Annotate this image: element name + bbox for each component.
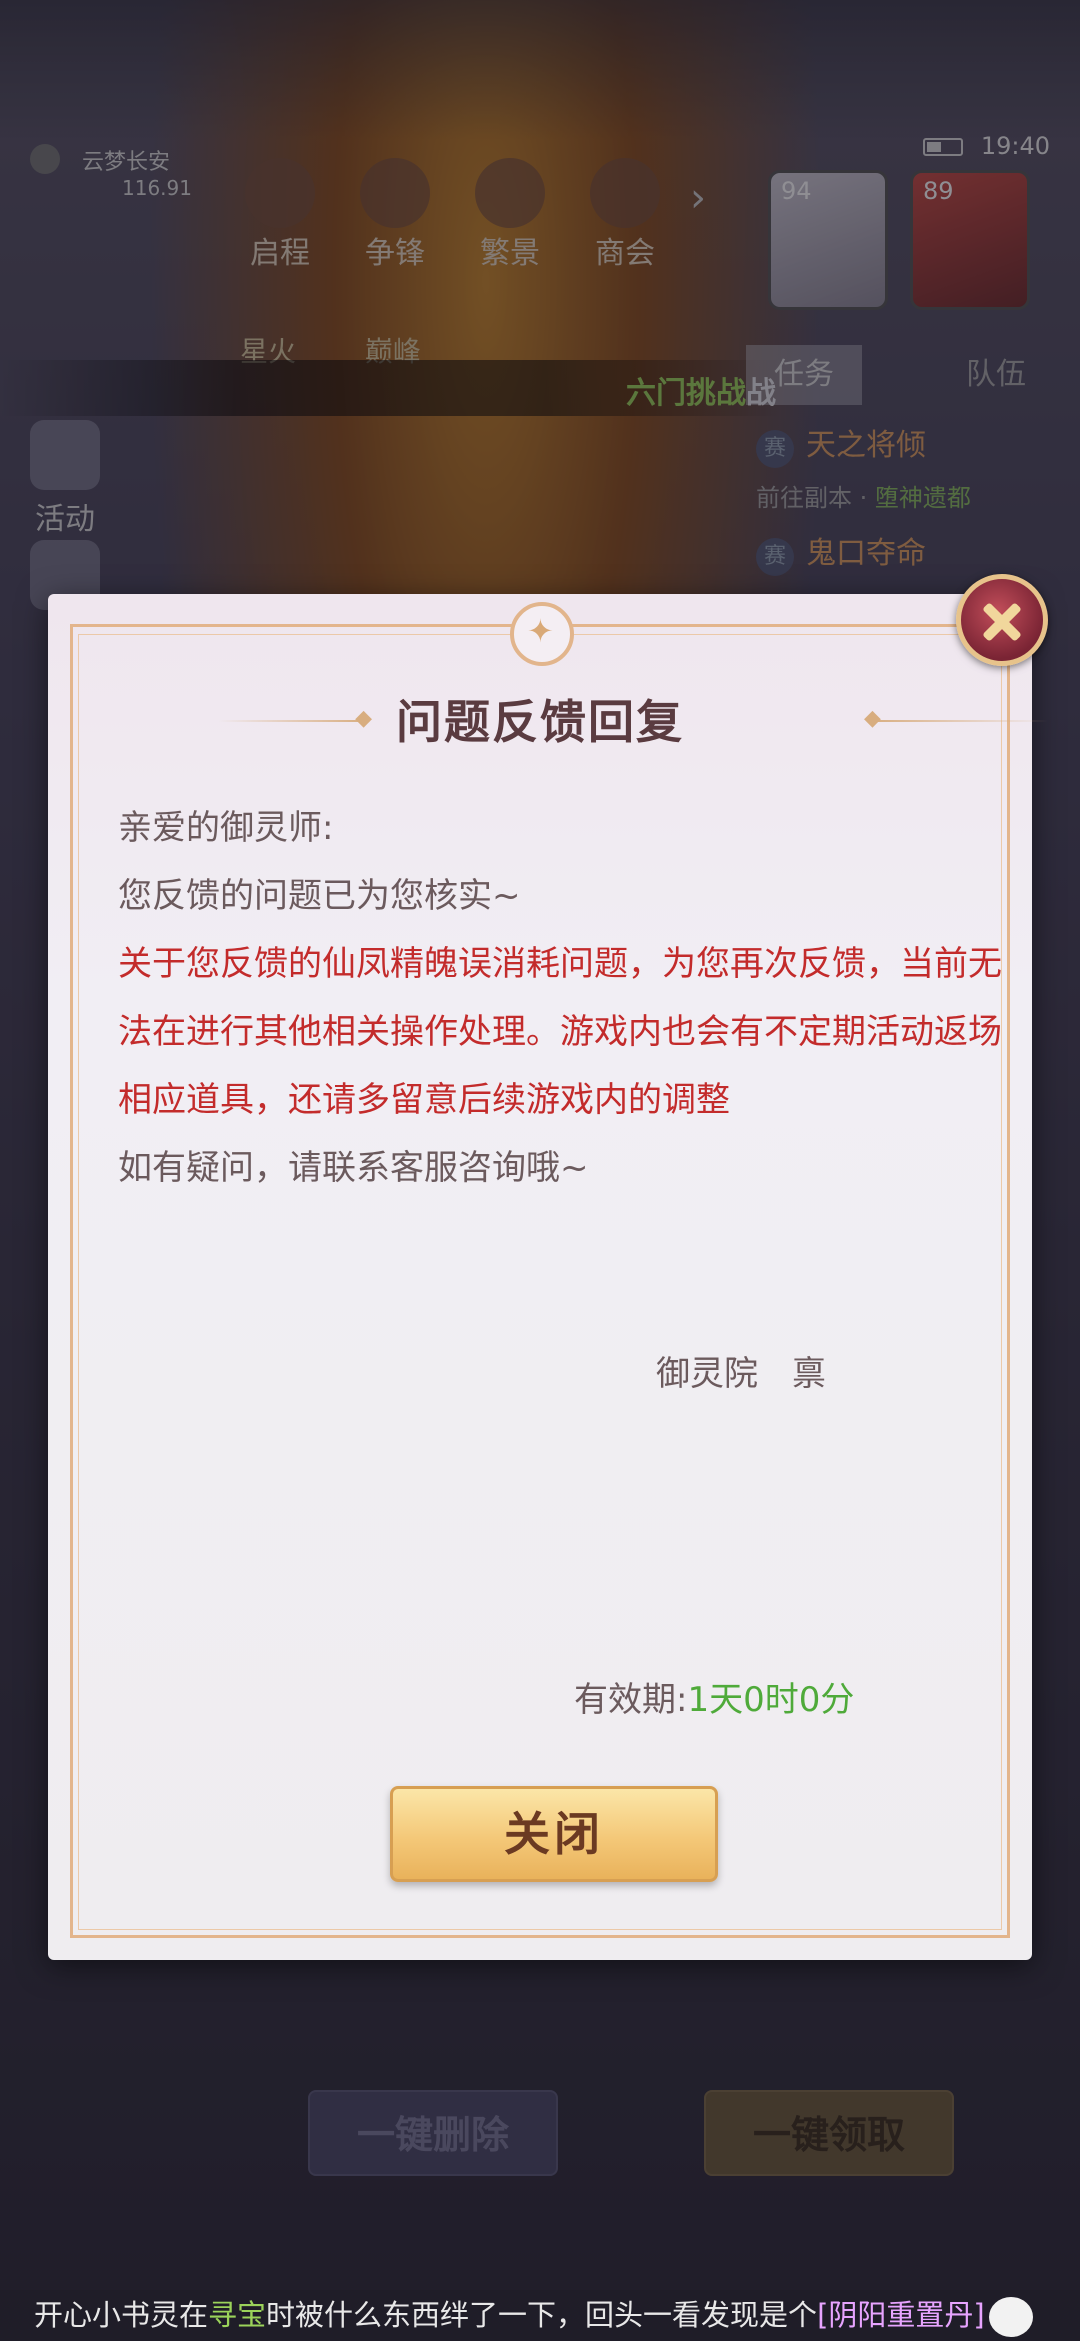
close-icon[interactable] <box>956 574 1048 666</box>
message-line: 您反馈的问题已为您核实~ <box>118 876 521 916</box>
expiry: 有效期:1天0时0分 <box>574 1672 854 1721</box>
close-button[interactable]: 关闭 <box>390 1786 718 1882</box>
chat-sender: 开心小书灵 <box>34 2298 180 2332</box>
message-line: 如有疑问，请联系客服咨询哦~ <box>118 1148 589 1188</box>
emoji-icon <box>988 2297 1033 2337</box>
signature: 御灵院 禀 <box>656 1354 826 1394</box>
message-highlight: 关于您反馈的仙凤精魄误消耗问题，为您再次反馈，当前无法在进行其他相关操作处理。游… <box>118 944 1002 1120</box>
chat-item-link[interactable]: [阴阳重置丹] <box>817 2298 985 2332</box>
dialog-title: 问题反馈回复 <box>396 695 684 749</box>
greeting: 亲爱的御灵师: <box>118 808 334 848</box>
title-ornament <box>864 706 1048 731</box>
expiry-label: 有效期: <box>574 1680 688 1720</box>
chat-location: 寻宝 <box>208 2298 267 2332</box>
feedback-reply-dialog: 问题反馈回复 亲爱的御灵师: 您反馈的问题已为您核实~ 关于您反馈的仙凤精魄误消… <box>48 574 1048 1960</box>
expiry-value: 1天0时0分 <box>687 1680 855 1720</box>
world-chat-bar[interactable]: 开心小书灵在寻宝时被什么东西绊了一下，回头一看发现是个[阴阳重置丹] <box>0 2290 1080 2341</box>
dialog-body: 亲爱的御灵师: 您反馈的问题已为您核实~ 关于您反馈的仙凤精魄误消耗问题，为您再… <box>118 794 1018 1202</box>
moon-star-crest-icon <box>510 602 574 666</box>
